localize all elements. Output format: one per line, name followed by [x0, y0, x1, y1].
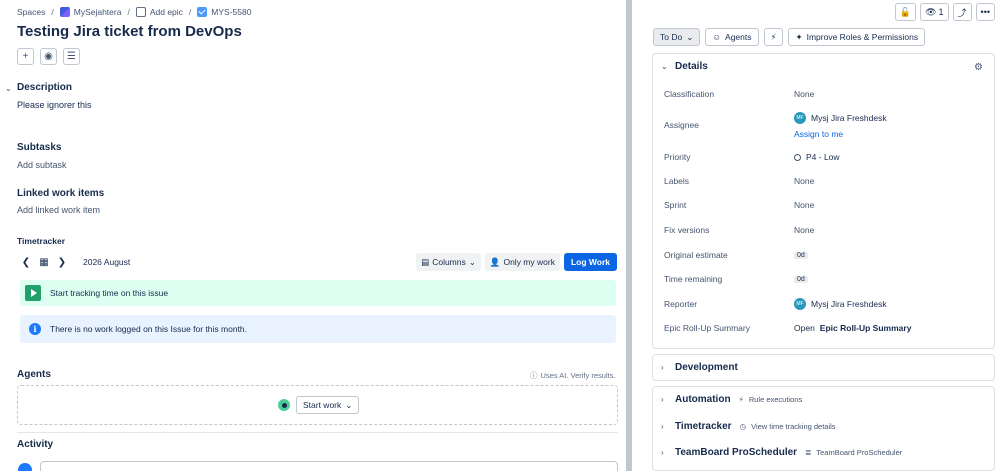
avatar: MF — [794, 112, 806, 124]
clock-icon: ◷ — [739, 422, 747, 431]
detail-row-original-estimate: Original estimate 0d — [664, 248, 986, 262]
share-icon[interactable]: ⤴ — [952, 3, 972, 21]
edit-epic-icon — [135, 7, 146, 17]
chevron-down-icon[interactable]: ⌄ — [5, 84, 12, 93]
table-icon: ▤ — [421, 256, 430, 267]
add-linked-work-link[interactable]: Add linked work item — [17, 205, 100, 215]
description-body[interactable]: Please ignorer this — [17, 100, 92, 110]
main-scrollbar[interactable] — [626, 0, 632, 471]
reporter-name: Mysj Jira Freshdesk — [811, 299, 887, 309]
detail-row-reporter: Reporter MF Mysj Jira Freshdesk — [664, 298, 887, 310]
assignee-name: Mysj Jira Freshdesk — [811, 113, 887, 123]
chevron-left-icon[interactable]: ❮ — [17, 253, 35, 271]
assign-to-me-link[interactable]: Assign to me — [794, 129, 843, 139]
chevron-right-icon[interactable]: ❯ — [53, 253, 71, 271]
lightning-icon: ⚡ — [770, 31, 777, 42]
issue-action-buttons: + ◉ ☰ — [17, 48, 80, 65]
automation-button[interactable]: ⚡ — [763, 28, 784, 46]
timetracker-card-header[interactable]: › Timetracker ◷ View time tracking detai… — [661, 421, 836, 432]
avatar — [18, 463, 32, 471]
detail-row-sprint: Sprint None — [664, 200, 815, 210]
timetracker-toolbar: ❮ ▦ ❯ 2026 August ▤ Columns ⌄ 👤 Only my … — [17, 252, 617, 272]
info-icon: ⓘ — [530, 371, 538, 380]
issue-main-panel: Spaces / MySejahtera / Add epic / MYS-55… — [0, 0, 626, 471]
agent-icon: ☺ — [712, 32, 722, 42]
play-icon[interactable] — [25, 285, 41, 301]
columns-button[interactable]: ▤ Columns ⌄ — [416, 253, 481, 271]
scrollbar-thumb[interactable] — [626, 0, 632, 471]
start-work-button[interactable]: Start work ⌄ — [296, 396, 360, 414]
detail-row-classification: Classification None — [664, 89, 815, 99]
detail-row-time-remaining: Time remaining 0d — [664, 272, 986, 286]
log-work-button[interactable]: Log Work — [563, 253, 617, 271]
user-icon: 👤 — [489, 256, 501, 267]
no-work-info-banner: i There is no work logged on this Issue … — [20, 315, 616, 343]
calendar-icon[interactable]: ▦ — [35, 253, 53, 271]
project-icon — [59, 7, 70, 17]
chevron-right-icon: › — [661, 448, 664, 457]
status-dropdown[interactable]: To Do ⌄ — [653, 28, 701, 46]
teamboard-logo-icon: ≣ — [805, 448, 812, 457]
breadcrumb-project[interactable]: MySejahtera — [74, 7, 122, 17]
automation-header[interactable]: › Automation ⚡ Rule executions — [661, 394, 802, 405]
task-type-icon — [197, 7, 208, 17]
issue-topbar: 🔓 👁 1 ⤴ ••• — [894, 3, 995, 21]
details-header[interactable]: ⌄ Details — [661, 61, 708, 72]
timetracker-month: 2026 August — [83, 257, 131, 267]
divider — [17, 432, 618, 433]
detail-row-fix-versions: Fix versions None — [664, 225, 815, 235]
chevron-right-icon: › — [661, 395, 664, 404]
breadcrumb: Spaces / MySejahtera / Add epic / MYS-55… — [17, 7, 252, 17]
priority-icon — [794, 153, 801, 161]
issue-title[interactable]: Testing Jira ticket from DevOps — [17, 23, 242, 40]
agents-heading: Agents — [17, 369, 51, 380]
chevron-down-icon: ⌄ — [345, 399, 353, 410]
chevron-down-icon: ⌄ — [661, 62, 668, 71]
lightning-icon: ⚡ — [738, 395, 744, 404]
info-icon: i — [29, 323, 41, 335]
timetracker-heading: Timetracker — [17, 236, 66, 246]
breadcrumb-spaces[interactable]: Spaces — [17, 7, 45, 17]
status-row: To Do ⌄ ☺ Agents ⚡ ✦ Improve Roles & Per… — [653, 28, 926, 46]
chevron-down-icon: ⌄ — [468, 256, 476, 267]
chevron-right-icon: › — [661, 422, 664, 431]
subtasks-heading: Subtasks — [17, 142, 62, 153]
improve-roles-button[interactable]: ✦ Improve Roles & Permissions — [788, 28, 926, 46]
detail-row-labels: Labels None — [664, 176, 815, 186]
teamboard-header[interactable]: › TeamBoard ProScheduler ≣ TeamBoard Pro… — [661, 447, 902, 458]
development-header[interactable]: › Development — [661, 362, 738, 373]
watch-button[interactable]: 👁 1 — [920, 3, 949, 21]
list-icon[interactable]: ☰ — [63, 48, 80, 65]
sparkle-icon: ✦ — [795, 31, 803, 42]
agents-button[interactable]: ☺ Agents — [705, 28, 759, 46]
avatar: MF — [794, 298, 806, 310]
eye-icon: 👁 — [925, 6, 937, 17]
add-icon[interactable]: + — [17, 48, 34, 65]
start-tracking-banner[interactable]: Start tracking time on this issue — [20, 280, 616, 306]
activity-heading: Activity — [17, 439, 54, 450]
more-icon[interactable]: ••• — [975, 3, 995, 21]
breadcrumb-add-epic[interactable]: Add epic — [150, 7, 183, 17]
detail-row-epic-rollup: Epic Roll-Up Summary Open Epic Roll-Up S… — [664, 323, 912, 333]
detail-row-priority: Priority P4 - Low — [664, 152, 840, 162]
add-subtask-link[interactable]: Add subtask — [17, 160, 67, 170]
ai-note: ⓘ Uses AI. Verify results. — [530, 371, 616, 380]
linked-work-heading: Linked work items — [17, 188, 105, 199]
gear-icon[interactable]: ⚙ — [974, 62, 983, 73]
agent-avatar — [278, 399, 290, 411]
description-heading: Description — [17, 82, 73, 93]
lock-icon[interactable]: 🔓 — [894, 3, 917, 21]
breadcrumb-issue-key[interactable]: MYS-5580 — [211, 7, 251, 17]
chevron-down-icon: ⌄ — [686, 31, 694, 42]
only-my-work-button[interactable]: 👤 Only my work — [484, 253, 560, 271]
chevron-right-icon: › — [661, 363, 664, 372]
apps-icon[interactable]: ◉ — [40, 48, 57, 65]
detail-row-assignee: Assignee MF Mysj Jira Freshdesk — [664, 112, 887, 130]
comment-input[interactable] — [40, 461, 618, 471]
